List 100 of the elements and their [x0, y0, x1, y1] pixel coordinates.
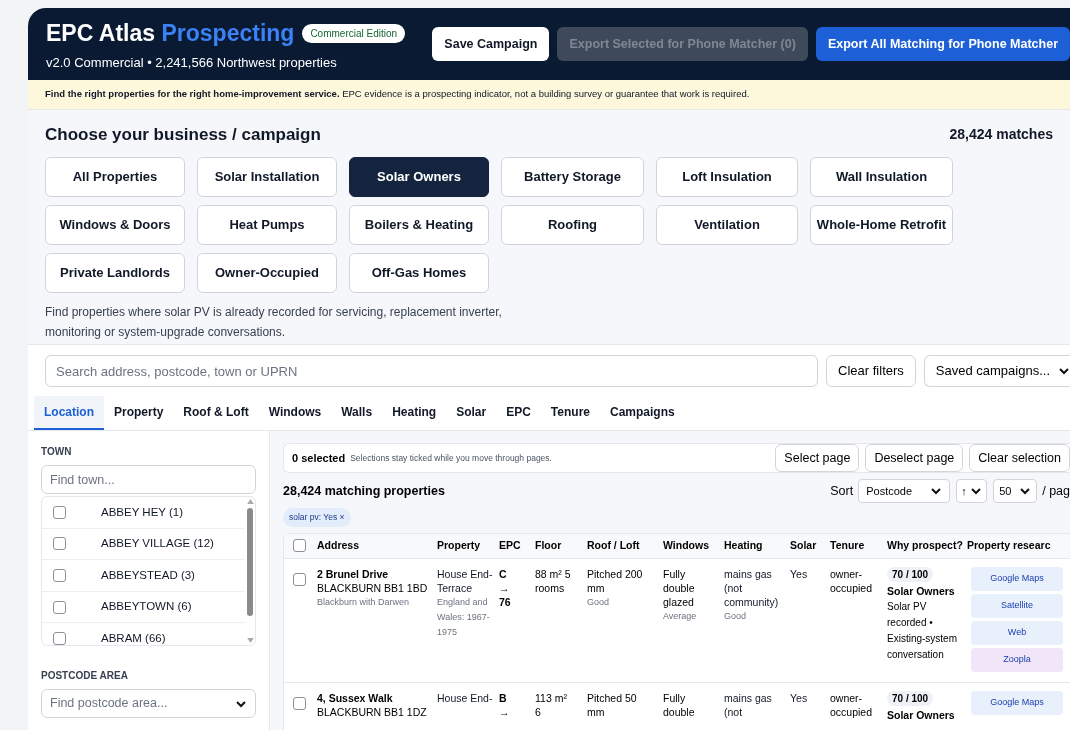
campaign-button[interactable]: Windows & Doors [45, 204, 185, 245]
filter-tab[interactable]: Heating [382, 396, 447, 430]
sort-select[interactable]: Postcode [858, 479, 951, 503]
table-cell-text: Fully double [663, 690, 696, 719]
cell-note: Average [663, 609, 698, 623]
export-button[interactable]: Export All Matching for Phone Matcher [815, 27, 1070, 61]
column-header: Tenure [830, 537, 866, 553]
chevron-down-icon [1058, 365, 1070, 377]
score-badge: 70 / 100 [887, 690, 934, 706]
checkbox[interactable] [293, 572, 306, 586]
filter-tab[interactable]: Solar [446, 396, 497, 430]
table-cell-text: mains gas (not community) [724, 566, 780, 609]
score-badge: 70 / 100 [887, 566, 934, 582]
campaign-button[interactable]: Ventilation [656, 204, 798, 245]
address-street: 4, Sussex Walk [317, 690, 394, 705]
column-header: Solar [790, 537, 818, 553]
checkbox[interactable] [53, 600, 66, 614]
postcode-area-select[interactable]: Find postcode area... [41, 689, 256, 718]
campaign-name: Solar Owners [887, 583, 955, 599]
campaign-button[interactable]: Roofing [501, 204, 644, 245]
selection-button[interactable]: Deselect page [865, 444, 964, 472]
scroll-up-icon [246, 499, 254, 504]
checkbox[interactable] [53, 569, 66, 582]
selection-button[interactable]: Clear selection [969, 444, 1070, 472]
filter-chip[interactable]: solar pv: Yes × [283, 508, 351, 527]
table-cell-text: 113 m² 6 [535, 690, 568, 719]
scroll-down-icon [246, 638, 254, 643]
checkbox[interactable] [53, 632, 66, 645]
campaign-button[interactable]: Battery Storage [501, 156, 644, 197]
filter-tab[interactable]: Windows [258, 396, 332, 430]
field-label: TOWN [41, 445, 73, 459]
column-header: Property researc [967, 537, 1052, 553]
campaign-button[interactable]: Boilers & Heating [349, 204, 489, 245]
page-size-label: / pag [1042, 482, 1070, 500]
address-postcode: BLACKBURN BB1 1BD [317, 580, 429, 595]
sort-label: Sort [830, 482, 854, 500]
cell-note: Good [587, 595, 611, 609]
filter-tab[interactable]: Property [104, 396, 174, 430]
table-cell-text: owner-occupied [830, 566, 874, 595]
results-title: 28,424 matching properties [283, 482, 445, 500]
table-cell-text: House End-Terrace [437, 566, 494, 595]
town-option[interactable]: ABBEYSTEAD (3) [42, 560, 245, 592]
campaign-button[interactable]: Loft Insulation [656, 156, 798, 197]
save-button[interactable]: Save Campaign [432, 27, 550, 61]
campaign-button[interactable]: Private Landlords [45, 252, 185, 293]
town-option[interactable]: ABBEY VILLAGE (12) [42, 528, 245, 561]
table-cell-text: Yes [790, 566, 809, 581]
column-header: Heating [724, 537, 764, 553]
town-option[interactable]: ABRAM (66) [42, 623, 245, 645]
notice-text: Find the right properties for the right home-improvement service. EPC evidence is a prospecting indicator, not a building survey or guarantee that work is required. [45, 87, 750, 102]
campaign-button[interactable]: Off-Gas Homes [349, 252, 489, 293]
cell-note: Good [724, 609, 748, 623]
campaign-button[interactable]: Solar Installation [197, 156, 337, 197]
checkbox[interactable] [293, 539, 306, 553]
town-option[interactable]: ABBEYTOWN (6) [42, 591, 245, 624]
table-cell-text: 88 m² 5 rooms [535, 566, 572, 595]
table-cell: Pitched 200 mm [587, 566, 643, 595]
filter-tab[interactable]: EPC [496, 396, 541, 430]
campaign-name: Solar Owners [887, 707, 955, 723]
town-search-field[interactable]: Find town... [41, 465, 256, 494]
filter-tab[interactable]: Tenure [540, 396, 600, 430]
filter-tab[interactable]: Walls [331, 396, 383, 430]
cell-note: England and Wales: 1967-1975 [437, 595, 491, 639]
direction-select[interactable]: ↑ [956, 479, 988, 503]
research-link[interactable]: Zoopla [971, 647, 1063, 672]
table-cell-text: owner-occupied [830, 690, 874, 719]
filter-tab[interactable]: Campaigns [600, 396, 685, 430]
column-header: EPC [499, 537, 522, 553]
campaign-button[interactable]: Heat Pumps [197, 204, 337, 245]
campaign-button[interactable]: Owner-Occupied [197, 252, 337, 293]
column-header: Roof / Loft [587, 537, 641, 553]
address-area: Blackburn with Darwen [317, 594, 433, 609]
checkbox[interactable] [293, 696, 306, 710]
town-option[interactable]: ABBEY HEY (1) [42, 497, 245, 529]
chevron-down-icon [970, 485, 983, 497]
campaign-button[interactable]: Whole-Home Retrofit [810, 204, 953, 245]
research-link[interactable]: Satellite [971, 593, 1063, 618]
scrollbar[interactable] [245, 497, 255, 645]
campaign-button[interactable]: Solar Owners [349, 156, 489, 197]
research-link[interactable]: Google Maps [971, 690, 1063, 715]
column-header: Windows [663, 537, 710, 553]
research-link[interactable]: Web [971, 620, 1063, 645]
clear-filters-button[interactable]: Clear filters [826, 355, 916, 387]
address-postcode: BLACKBURN BB1 1DZ [317, 704, 428, 719]
table-cell-text: House End- [437, 690, 494, 705]
filter-tab[interactable]: Roof & Loft [173, 396, 259, 430]
table-cell-text: Yes [790, 690, 809, 705]
campaign-button[interactable]: All Properties [45, 156, 185, 197]
search-field[interactable]: Search address, postcode, town or UPRN [45, 355, 819, 387]
page-size-select[interactable]: 50 [993, 479, 1038, 503]
campaign-button[interactable]: Wall Insulation [810, 156, 953, 197]
checkbox[interactable] [53, 537, 66, 551]
selection-button[interactable]: Select page [775, 444, 860, 472]
epc-rating: C → 76 [499, 566, 512, 609]
filter-tab[interactable]: Location [34, 396, 104, 430]
field-label: POSTCODE AREA [41, 669, 129, 683]
checkbox[interactable] [53, 505, 66, 519]
saved-campaigns-select[interactable]: Saved campaigns... [923, 355, 1070, 387]
table-cell-text: Fully double glazed [663, 566, 696, 609]
research-link[interactable]: Google Maps [971, 566, 1063, 591]
